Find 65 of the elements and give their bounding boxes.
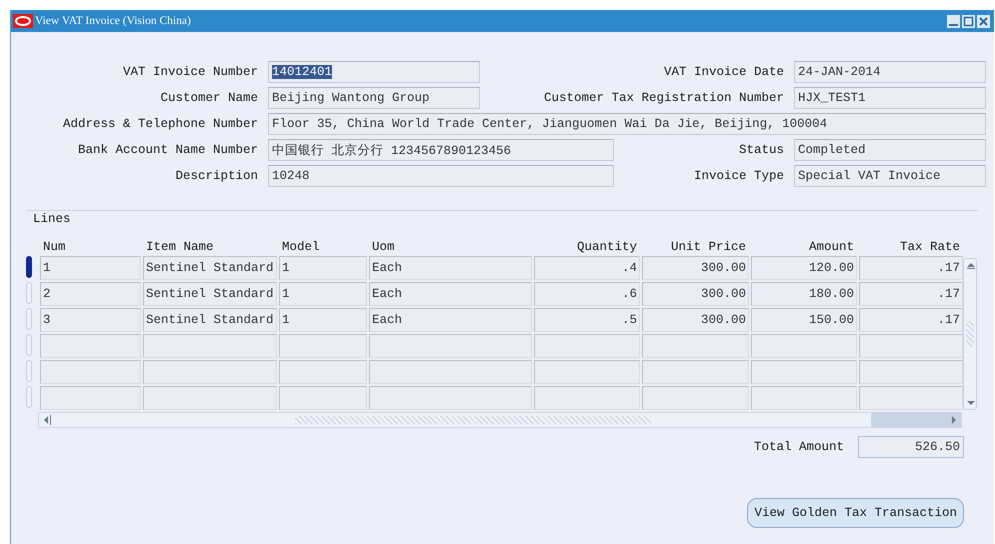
column-header: Unit Price [670,240,747,254]
table-cell: .4 [534,256,640,280]
table-cell: .5 [534,308,640,332]
table-cell: 180.00 [751,282,857,306]
text-field[interactable]: 14012401 [268,61,480,83]
table-cell: 1 [279,282,367,306]
scroll-thumb[interactable] [966,321,974,347]
table-cell: Each [369,256,532,280]
window-title: View VAT Invoice (Vision China) [35,15,191,27]
column-header: Num [42,240,67,254]
table-cell: 300.00 [642,282,749,306]
table-cell: 300.00 [642,308,749,332]
text-field[interactable]: 24-JAN-2014 [794,61,986,83]
field-label: Invoice Type [692,169,784,183]
column-header: Item Name [145,240,215,254]
table-cell: Each [369,308,532,332]
maximize-icon[interactable] [962,14,975,28]
column-header: Quantity [576,240,638,254]
table-cell: .17 [859,308,963,332]
table-cell: .6 [534,282,640,306]
scroll-thumb[interactable] [295,416,651,424]
close-icon[interactable] [977,14,990,28]
table-cell: 3 [40,308,141,332]
table-cell: .17 [859,256,963,280]
table-cell: 2 [40,282,141,306]
table-cell: Each [369,282,532,306]
table-cell: .17 [859,282,963,306]
row-indicator[interactable] [26,256,32,278]
table-cell: 1 [279,256,367,280]
table-cell: Sentinel Standard [143,308,277,332]
table-cell: 1 [279,308,367,332]
text-field[interactable]: Floor 35, China World Trade Center, Jianguomen Wai Da Jie, Beijing, 100004 [268,113,986,135]
field-label: Description [174,169,258,183]
action-button[interactable]: View Golden Tax Transaction [747,498,964,528]
table-cell: 1 [40,256,141,280]
text-field[interactable]: 中国银行 北京分行 1234567890123456 [268,139,614,161]
minimize-icon[interactable] [947,14,960,28]
table-cell: 120.00 [751,256,857,280]
table-cell: 150.00 [751,308,857,332]
column-header: Uom [371,240,396,254]
table-cell: Sentinel Standard [143,256,277,280]
table-cell: Sentinel Standard [143,282,277,306]
logo-icon[interactable] [13,14,33,28]
text-field[interactable]: HJX_TEST1 [794,87,986,109]
field-label: Bank Account Name Number [76,143,258,157]
field-label: Address & Telephone Number [62,117,258,131]
vertical-scrollbar[interactable] [963,258,977,410]
table-cell: 300.00 [642,256,749,280]
text-field[interactable]: Completed [794,139,986,161]
text-field[interactable]: Beijing Wantong Group [268,87,480,109]
text-field[interactable]: 10248 [268,165,614,187]
field-label: Customer Tax Registration Number [542,91,784,105]
column-header: Amount [808,240,855,254]
column-header: Model [281,240,321,254]
horizontal-scrollbar[interactable] [38,412,962,428]
field-label: Total Amount [754,440,844,454]
field-label: Status [738,143,784,157]
column-header: Tax Rate [898,240,961,254]
section-title: Lines [33,212,72,226]
field-label: VAT Invoice Number [122,65,258,79]
text-field[interactable]: 526.50 [858,436,964,458]
field-label: Customer Name [159,91,258,105]
field-label: VAT Invoice Date [662,65,784,79]
scroll-thumb[interactable] [871,413,961,427]
text-field[interactable]: Special VAT Invoice [794,165,986,187]
